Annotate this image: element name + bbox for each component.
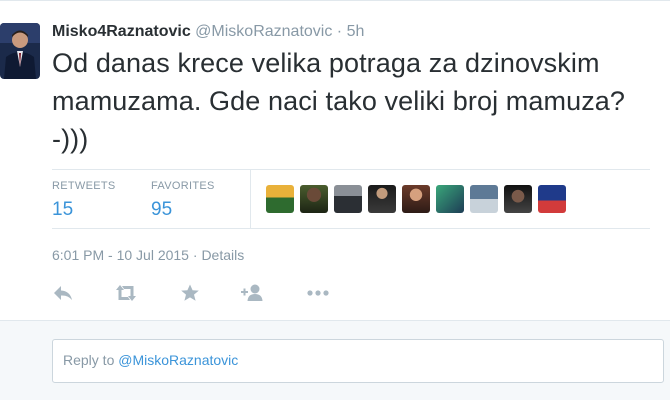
retweets-count: 15 xyxy=(52,199,74,220)
favorites-stat[interactable]: FAVORITES 95 xyxy=(151,180,215,221)
meta-separator: · xyxy=(192,247,198,263)
favoriter-avatar[interactable] xyxy=(504,185,532,213)
favoriter-avatar[interactable] xyxy=(300,185,328,213)
avatar[interactable] xyxy=(0,23,40,79)
tweet-meta: 6:01 PM - 10 Jul 2015 · Details xyxy=(52,247,244,263)
follow-icon[interactable] xyxy=(240,283,264,305)
favoriter-avatar[interactable] xyxy=(402,185,430,213)
reply-icon[interactable] xyxy=(52,283,76,305)
favoriter-avatar[interactable] xyxy=(538,185,566,213)
tweet-time-ago[interactable]: 5h xyxy=(347,23,365,40)
favoriter-avatar[interactable] xyxy=(368,185,396,213)
retweets-label: RETWEETS xyxy=(52,180,116,192)
favorites-label: FAVORITES xyxy=(151,180,215,192)
more-icon[interactable] xyxy=(305,283,329,305)
stats-divider xyxy=(250,170,251,228)
author-username[interactable]: @MiskoRaznatovic xyxy=(195,23,332,40)
retweets-stat[interactable]: RETWEETS 15 xyxy=(52,180,116,221)
header-separator: · xyxy=(336,23,343,40)
favoriter-avatar[interactable] xyxy=(470,185,498,213)
tweet-text: Od danas krece velika potraga za dzinovs… xyxy=(52,48,626,154)
tweet-header: Misko4Raznatovic @MiskoRaznatovic · 5h xyxy=(52,23,364,41)
reply-input[interactable]: Reply to @MiskoRaznatovic xyxy=(52,339,664,383)
tweet-card: Misko4Raznatovic @MiskoRaznatovic · 5h O… xyxy=(0,0,670,320)
favoriter-avatar[interactable] xyxy=(334,185,362,213)
favoriter-avatar[interactable] xyxy=(266,185,294,213)
details-link[interactable]: Details xyxy=(201,247,244,263)
favorites-count: 95 xyxy=(151,199,173,220)
favoriter-avatar[interactable] xyxy=(436,185,464,213)
reply-prefix: Reply to xyxy=(63,352,119,368)
tweet-timestamp: 6:01 PM - 10 Jul 2015 xyxy=(52,247,189,263)
retweet-icon[interactable] xyxy=(114,283,138,305)
author-fullname[interactable]: Misko4Raznatovic xyxy=(52,23,191,40)
reply-area: Reply to @MiskoRaznatovic xyxy=(0,320,670,400)
reply-mention: @MiskoRaznatovic xyxy=(118,352,239,368)
favorite-icon[interactable] xyxy=(179,283,203,305)
tweet-stats: RETWEETS 15 FAVORITES 95 xyxy=(52,169,650,229)
